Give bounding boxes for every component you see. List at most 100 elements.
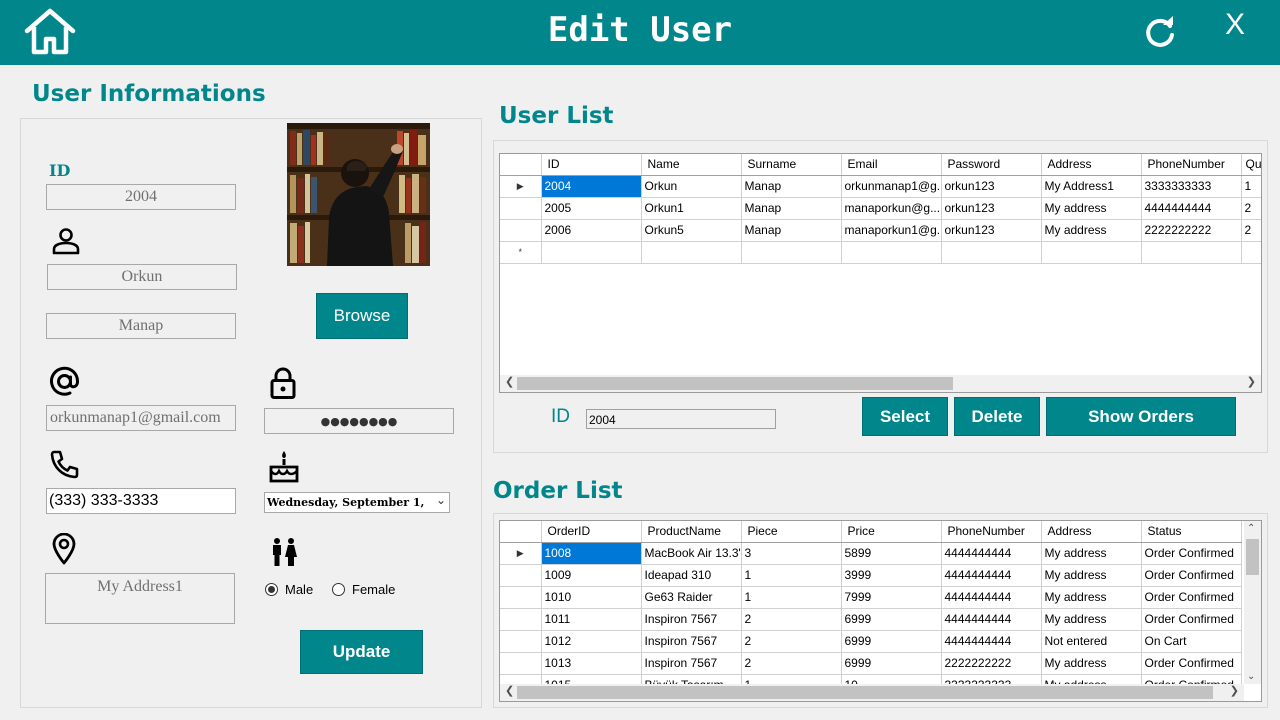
table-cell[interactable]: 4444444444 (1141, 197, 1242, 220)
row-header[interactable] (500, 219, 542, 242)
address-field[interactable]: My Address1 (45, 573, 235, 624)
table-cell[interactable]: 2 (741, 608, 842, 631)
column-header[interactable]: Address (1041, 521, 1142, 543)
table-cell[interactable]: 7999 (841, 586, 942, 609)
column-header[interactable]: PhoneNumber (941, 521, 1042, 543)
table-cell[interactable]: My address (1041, 652, 1142, 675)
column-header[interactable]: Email (841, 154, 942, 176)
table-cell[interactable]: My address (1041, 564, 1142, 587)
table-cell[interactable]: 2 (1241, 197, 1261, 220)
table-cell[interactable]: 6999 (841, 608, 942, 631)
table-cell[interactable]: 6999 (841, 652, 942, 675)
name-field[interactable]: Orkun (47, 264, 237, 290)
table-cell[interactable]: 1009 (541, 564, 642, 587)
table-cell[interactable]: Orkun5 (641, 219, 742, 242)
row-header[interactable] (500, 586, 542, 609)
table-cell[interactable] (1241, 241, 1261, 264)
chevron-left-icon[interactable]: ❮ (505, 375, 514, 388)
refresh-icon[interactable] (1142, 14, 1178, 50)
table-cell[interactable]: Manap (741, 175, 842, 198)
table-cell[interactable]: 1 (741, 586, 842, 609)
browse-button[interactable]: Browse (316, 293, 408, 339)
chevron-down-icon[interactable]: ⌄ (436, 493, 446, 507)
table-cell[interactable]: 4444444444 (941, 542, 1042, 565)
row-header[interactable] (500, 608, 542, 631)
table-cell[interactable]: 5899 (841, 542, 942, 565)
table-cell[interactable] (1141, 241, 1242, 264)
table-cell[interactable]: 2006 (541, 219, 642, 242)
table-cell[interactable]: Not entered (1041, 630, 1142, 653)
table-cell[interactable]: orkun123 (941, 175, 1042, 198)
select-button[interactable]: Select (862, 397, 948, 436)
table-cell[interactable]: manaporkun1@g... (841, 219, 942, 242)
table-cell[interactable]: orkunmanap1@g... (841, 175, 942, 198)
scroll-thumb[interactable] (517, 377, 953, 390)
table-cell[interactable] (1041, 241, 1142, 264)
table-row[interactable]: 1012 Inspiron 7567 2 6999 4444444444 Not ente… (500, 630, 1242, 653)
row-header[interactable] (500, 630, 542, 653)
password-field[interactable]: ●●●●●●●● (264, 408, 454, 434)
table-cell[interactable]: 2004 (541, 175, 642, 198)
table-cell[interactable]: My address (1041, 586, 1142, 609)
table-cell[interactable]: 3 (741, 542, 842, 565)
table-row[interactable]: 1009 Ideapad 310 1 3999 4444444444 My address… (500, 564, 1242, 587)
table-cell[interactable]: Ideapad 310 (641, 564, 742, 587)
table-cell[interactable]: 1010 (541, 586, 642, 609)
table-cell[interactable]: Manap (741, 219, 842, 242)
table-cell[interactable]: 2222222222 (941, 652, 1042, 675)
table-cell[interactable]: Inspiron 7567 (641, 630, 742, 653)
table-cell[interactable]: 4444444444 (941, 608, 1042, 631)
chevron-left-icon[interactable]: ❮ (505, 684, 514, 697)
gender-male-radio[interactable]: Male (265, 582, 313, 597)
column-header[interactable]: Surname (741, 154, 842, 176)
table-cell[interactable]: Order Confirmed (1141, 564, 1242, 587)
table-cell[interactable] (741, 241, 842, 264)
user-grid-hscrollbar[interactable]: ❮ ❯ (500, 375, 1261, 392)
order-grid-vscrollbar[interactable]: ⌃ ⌄ (1244, 521, 1261, 684)
order-grid[interactable]: OrderID ProductName Piece Price PhoneNum… (499, 520, 1262, 702)
table-cell[interactable]: 2005 (541, 197, 642, 220)
table-cell[interactable]: 4444444444 (941, 586, 1042, 609)
table-cell[interactable] (841, 241, 942, 264)
table-cell[interactable]: 2 (741, 652, 842, 675)
table-cell[interactable]: Ge63 Raider (641, 586, 742, 609)
table-cell[interactable]: My address (1041, 608, 1142, 631)
table-cell[interactable]: orkun123 (941, 197, 1042, 220)
table-cell[interactable]: manaporkun@g... (841, 197, 942, 220)
user-grid[interactable]: ID Name Surname Email Password Address P… (499, 153, 1262, 393)
id-field[interactable]: 2004 (46, 184, 236, 210)
table-cell[interactable] (541, 241, 642, 264)
column-header[interactable]: Piece (741, 521, 842, 543)
table-cell[interactable]: MacBook Air 13.3" (641, 542, 742, 565)
scroll-thumb[interactable] (1246, 539, 1259, 575)
update-button[interactable]: Update (300, 630, 423, 674)
table-cell[interactable]: Orkun (641, 175, 742, 198)
table-row[interactable]: ▶ 2004 Orkun Manap orkunmanap1@g... orkun123 M… (500, 175, 1261, 198)
email-field[interactable]: orkunmanap1@gmail.com (46, 405, 236, 431)
table-cell[interactable]: 1008 (541, 542, 642, 565)
delete-button[interactable]: Delete (954, 397, 1040, 436)
show-orders-button[interactable]: Show Orders (1046, 397, 1236, 436)
close-button[interactable]: X (1220, 8, 1250, 44)
table-row[interactable]: ▶ 1008 MacBook Air 13.3" 3 5899 4444444444 My … (500, 542, 1242, 565)
table-row[interactable]: 1013 Inspiron 7567 2 6999 2222222222 My addre… (500, 652, 1242, 675)
table-row[interactable]: 2005 Orkun1 Manap manaporkun@g... orkun123 My… (500, 197, 1261, 220)
column-header[interactable]: ID (541, 154, 642, 176)
chevron-down-icon[interactable]: ⌄ (1247, 671, 1255, 682)
column-header[interactable]: Address (1041, 154, 1142, 176)
column-header[interactable]: Qu (1241, 154, 1261, 176)
table-cell[interactable]: 6999 (841, 630, 942, 653)
table-cell[interactable]: 4444444444 (941, 564, 1042, 587)
table-cell[interactable]: 1 (1241, 175, 1261, 198)
table-cell[interactable]: Order Confirmed (1141, 542, 1242, 565)
surname-field[interactable]: Manap (46, 313, 236, 339)
table-cell[interactable]: 1012 (541, 630, 642, 653)
row-header[interactable] (500, 197, 542, 220)
new-row[interactable]: * (500, 241, 1261, 264)
table-row[interactable]: 2006 Orkun5 Manap manaporkun1@g... orkun123 M… (500, 219, 1261, 242)
table-cell[interactable]: 3333333333 (1141, 175, 1242, 198)
table-cell[interactable]: Inspiron 7567 (641, 652, 742, 675)
row-header[interactable]: ▶ (500, 175, 542, 198)
column-header[interactable]: ProductName (641, 521, 742, 543)
table-cell[interactable]: 3999 (841, 564, 942, 587)
